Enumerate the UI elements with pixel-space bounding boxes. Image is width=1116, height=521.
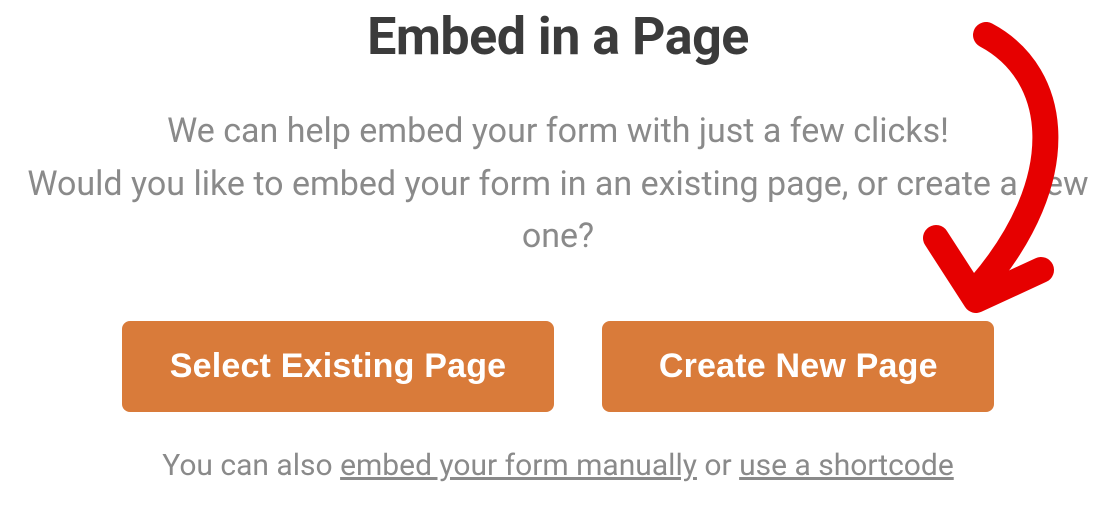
create-new-page-button[interactable]: Create New Page — [602, 321, 994, 412]
use-shortcode-link[interactable]: use a shortcode — [739, 448, 954, 483]
footer-prefix: You can also — [162, 448, 340, 483]
modal-description: We can help embed your form with just a … — [23, 105, 1093, 263]
footer-text: You can also embed your form manually or… — [162, 448, 953, 483]
description-line-1: We can help embed your form with just a … — [167, 111, 949, 151]
description-line-2: Would you like to embed your form in an … — [27, 164, 1088, 257]
select-existing-page-button[interactable]: Select Existing Page — [122, 321, 555, 412]
modal-title: Embed in a Page — [367, 6, 749, 67]
embed-manually-link[interactable]: embed your form manually — [340, 448, 697, 483]
footer-middle: or — [697, 448, 739, 483]
button-row: Select Existing Page Create New Page — [122, 321, 995, 412]
embed-modal: Embed in a Page We can help embed your f… — [0, 0, 1116, 521]
